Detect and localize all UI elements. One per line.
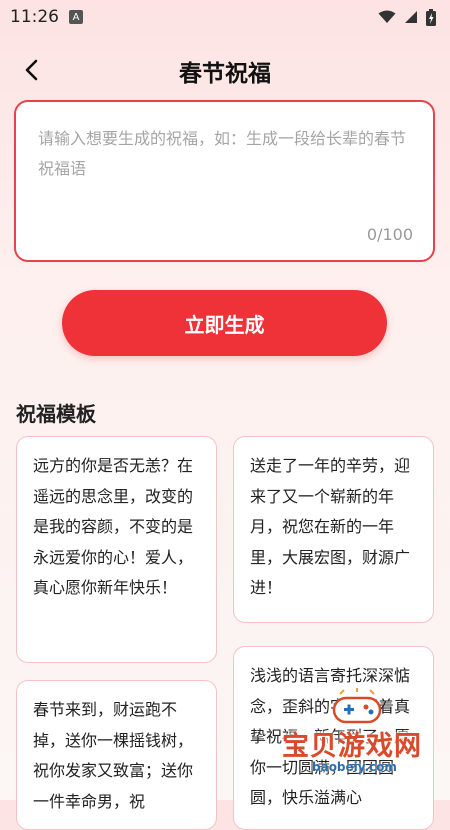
blessing-input[interactable] [36, 122, 415, 226]
wifi-icon [378, 10, 396, 23]
notification-icon: A [69, 10, 83, 24]
template-card[interactable]: 送走了一年的辛劳，迎来了又一个崭新的年月，祝您在新的一年里，大展宏图，财源广进！ [233, 436, 434, 623]
watermark: 宝贝游戏网 baobeiy.com [282, 688, 442, 788]
generate-button[interactable]: 立即生成 [62, 290, 387, 356]
template-card-text: 远方的你是否无恙？在遥远的思念里，改变的是我的容颜，不变的是永远爱你的心！爱人，… [33, 456, 194, 597]
blessing-input-box[interactable]: 0/100 [14, 100, 435, 262]
watermark-url: baobeiy.com [312, 760, 397, 774]
page-title: 春节祝福 [179, 61, 271, 87]
template-card[interactable]: 远方的你是否无恙？在遥远的思念里，改变的是我的容颜，不变的是永远爱你的心！爱人，… [16, 436, 217, 663]
char-count: 0/100 [366, 225, 413, 244]
status-time: 11:26 [10, 7, 59, 27]
template-card-text: 送走了一年的辛劳，迎来了又一个崭新的年月，祝您在新的一年里，大展宏图，财源广进！ [250, 456, 411, 597]
header: 春节祝福 [0, 44, 450, 96]
watermark-text: 宝贝游戏网 [282, 731, 422, 762]
status-left: 11:26 A [10, 7, 83, 27]
gamepad-icon [332, 688, 382, 724]
status-bar: 11:26 A [0, 0, 450, 34]
template-card-text: 春节来到，财运跑不掉，送你一棵摇钱树，祝你发家又致富；送你一件幸命男，祝 [33, 700, 194, 811]
templates-title: 祝福模板 [16, 402, 96, 426]
battery-icon [426, 8, 436, 26]
template-card[interactable]: 春节来到，财运跑不掉，送你一棵摇钱树，祝你发家又致富；送你一件幸命男，祝 [16, 680, 217, 830]
signal-icon [405, 11, 417, 23]
status-right [378, 8, 436, 26]
